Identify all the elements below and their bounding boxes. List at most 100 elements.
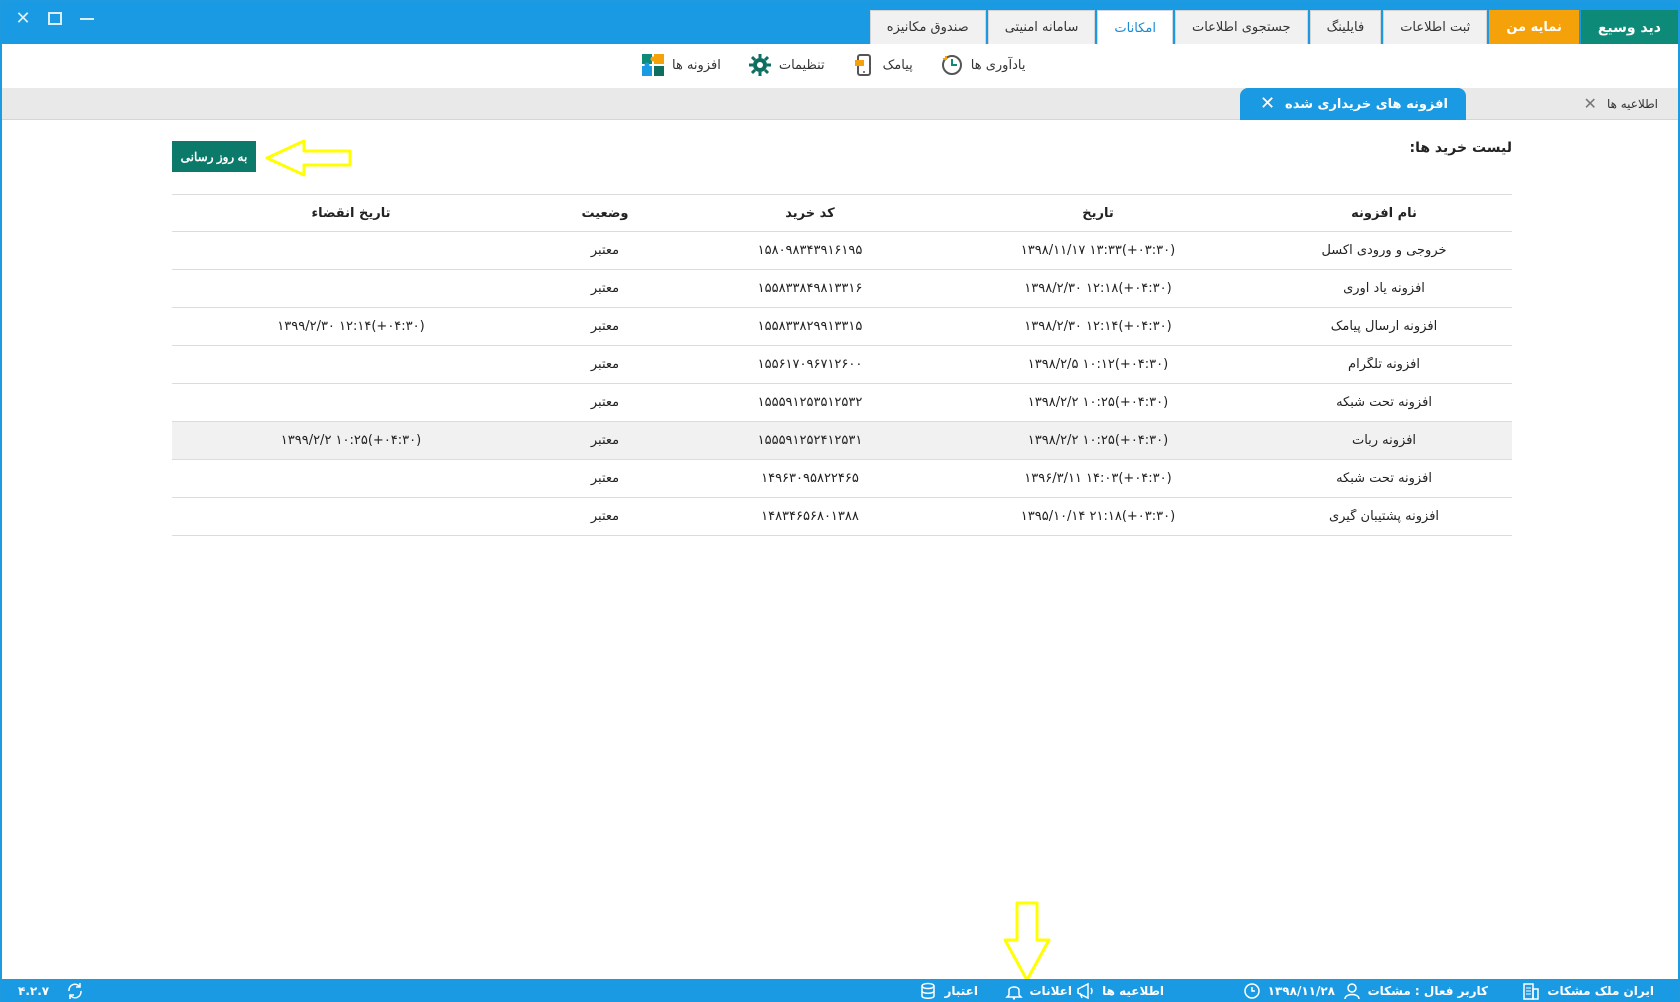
ribbon-items: یادآوری ها پیامک تنظیمات افزونه ها — [640, 52, 1025, 78]
cell-status: معتبر — [590, 395, 620, 410]
close-icon[interactable]: ✕ — [1260, 95, 1275, 113]
close-icon[interactable]: ✕ — [1584, 96, 1597, 112]
yellow-arrow-down-icon — [1003, 901, 1051, 982]
cell-status: معتبر — [590, 433, 620, 448]
building-icon — [1521, 981, 1541, 1001]
cell-name: افزونه یاد آوری — [1343, 281, 1425, 296]
header-code: کد خرید — [785, 205, 835, 221]
cell-expiry: ۱۳۹۹/۲/۳۰ ۱۲:۱۴(+۰۴:۳۰) — [277, 319, 425, 334]
main-tabs: دید وسیع نمایه من ثبت اطلاعات فایلینگ جس… — [869, 10, 1678, 45]
doc-tab-purchased-label: افزونه های خریداری شده — [1285, 96, 1448, 112]
cell-date: ۱۳۹۸/۱۱/۱۷ ۱۳:۳۳(+۰۳:۳۰) — [1020, 243, 1176, 258]
doc-tab-notices[interactable]: ✕ اطلاعیه ها — [1572, 88, 1670, 120]
gear-icon — [747, 52, 773, 78]
table-row[interactable]: خروجی و ورودی اکسل ۱۳۹۸/۱۱/۱۷ ۱۳:۳۳(+۰۳:… — [172, 232, 1512, 270]
table-row[interactable]: افزونه ربات ۱۳۹۸/۲/۲ ۱۰:۲۵(+۰۴:۳۰) ۱۵۵۵۹… — [172, 422, 1512, 460]
doc-tab-purchased-addons[interactable]: ✕ افزونه های خریداری شده — [1239, 88, 1466, 120]
doc-tab-notices-label: اطلاعیه ها — [1606, 97, 1658, 111]
cell-code: ۱۵۵۵۹۱۲۵۳۵۱۲۵۳۲ — [757, 395, 863, 410]
close-window-icon[interactable]: ✕ — [12, 8, 34, 30]
refresh-button[interactable]: به روز رسانی — [172, 141, 256, 172]
window-controls: ✕ — [12, 8, 98, 30]
cell-status: معتبر — [590, 357, 620, 372]
tab-wide-view[interactable]: دید وسیع — [1580, 10, 1678, 44]
header-name: نام افزونه — [1351, 205, 1417, 221]
tab-my-profile[interactable]: نمایه من — [1489, 10, 1579, 44]
document-tabs: ✕ اطلاعیه ها ✕ افزونه های خریداری شده — [2, 88, 1678, 120]
ribbon-toolbar: یادآوری ها پیامک تنظیمات افزونه ها — [2, 44, 1678, 88]
addons-button[interactable]: افزونه ها — [640, 52, 721, 78]
cell-code: ۱۵۵۵۹۱۲۵۲۴۱۲۵۳۱ — [757, 433, 863, 448]
cell-status: معتبر — [590, 281, 620, 296]
company-info: ایران ملک مشکات — [1521, 981, 1654, 1001]
sms-button[interactable]: پیامک — [851, 52, 913, 78]
minimize-window-icon[interactable] — [76, 8, 98, 30]
current-date: ۱۳۹۸/۱۱/۲۸ — [1267, 984, 1335, 998]
clock-icon — [939, 52, 965, 78]
cell-code: ۱۵۵۸۳۳۸۲۹۹۱۳۳۱۵ — [757, 319, 863, 334]
version-info: ۴.۲.۷ — [18, 981, 85, 1001]
notices-status-label: اطلاعیه ها — [1102, 984, 1164, 998]
cell-date: ۱۳۹۸/۲/۲ ۱۰:۲۵(+۰۴:۳۰) — [1027, 433, 1169, 448]
active-user-label: کاربر فعال : مشکات — [1367, 984, 1488, 998]
cell-date: ۱۳۹۸/۲/۳۰ ۱۲:۱۴(+۰۴:۳۰) — [1024, 319, 1172, 334]
cell-date: ۱۳۹۶/۳/۱۱ ۱۴:۰۳(+۰۴:۳۰) — [1024, 471, 1172, 486]
purchases-table: نام افزونه تاریخ کد خرید وضعیت تاریخ انق… — [172, 194, 1512, 536]
maximize-window-icon[interactable] — [44, 8, 66, 30]
table-row[interactable]: افزونه تحت شبکه ۱۳۹۸/۲/۲ ۱۰:۲۵(+۰۴:۳۰) ۱… — [172, 384, 1512, 422]
active-user-info: کاربر فعال : مشکات — [1342, 981, 1488, 1001]
cell-code: ۱۴۹۶۳۰۹۵۸۲۲۴۶۵ — [761, 471, 859, 486]
settings-label: تنظیمات — [778, 57, 825, 73]
table-row[interactable]: افزونه پشتیبان گیری ۱۳۹۵/۱۰/۱۴ ۲۱:۱۸(+۰۳… — [172, 498, 1512, 536]
cell-code: ۱۴۸۳۴۶۵۶۸۰۱۳۸۸ — [761, 509, 859, 524]
reminders-button[interactable]: یادآوری ها — [939, 52, 1026, 78]
cell-name: افزونه تحت شبکه — [1336, 395, 1432, 410]
table-header: نام افزونه تاریخ کد خرید وضعیت تاریخ انق… — [172, 194, 1512, 232]
cell-code: ۱۵۵۸۳۳۸۴۹۸۱۳۳۱۶ — [757, 281, 863, 296]
cell-date: ۱۳۹۸/۲/۲ ۱۰:۲۵(+۰۴:۳۰) — [1027, 395, 1169, 410]
tab-search[interactable]: جستجوی اطلاعات — [1174, 10, 1308, 44]
addons-label: افزونه ها — [672, 57, 721, 73]
cell-name: خروجی و ورودی اکسل — [1321, 243, 1447, 258]
puzzle-icon — [640, 52, 666, 78]
header-expiry: تاریخ انقضاء — [311, 205, 391, 221]
notifications-label: اعلانات — [1029, 984, 1073, 998]
company-name: ایران ملک مشکات — [1547, 984, 1654, 998]
yellow-arrow-left-icon — [265, 139, 352, 177]
version-label: ۴.۲.۷ — [18, 984, 50, 998]
cell-status: معتبر — [590, 509, 620, 524]
table-row[interactable]: افزونه تلگرام ۱۳۹۸/۲/۵ ۱۰:۱۲(+۰۴:۳۰) ۱۵۵… — [172, 346, 1512, 384]
cell-status: معتبر — [590, 243, 620, 258]
notices-status-button[interactable]: اطلاعیه ها — [1076, 981, 1164, 1001]
bell-icon — [1004, 981, 1024, 1001]
settings-button[interactable]: تنظیمات — [747, 52, 825, 78]
clock-icon — [1242, 981, 1262, 1001]
table-row[interactable]: افزونه یاد آوری ۱۳۹۸/۲/۳۰ ۱۲:۱۸(+۰۴:۳۰) … — [172, 270, 1512, 308]
cell-date: ۱۳۹۸/۲/۳۰ ۱۲:۱۸(+۰۴:۳۰) — [1024, 281, 1172, 296]
purchase-list-title: لیست خرید ها: — [1409, 140, 1513, 156]
table-row[interactable]: افزونه ارسال پیامک ۱۳۹۸/۲/۳۰ ۱۲:۱۴(+۰۴:۳… — [172, 308, 1512, 346]
cell-name: افزونه تحت شبکه — [1336, 471, 1432, 486]
tab-features[interactable]: امکانات — [1097, 10, 1173, 45]
sms-label: پیامک — [882, 57, 913, 73]
cell-status: معتبر — [590, 319, 620, 334]
cell-date: ۱۳۹۵/۱۰/۱۴ ۲۱:۱۸(+۰۳:۳۰) — [1020, 509, 1176, 524]
tab-cash-box[interactable]: صندوق مکانیزه — [869, 10, 986, 44]
credit-label: اعتبار — [944, 984, 978, 998]
cell-status: معتبر — [590, 471, 620, 486]
cell-name: افزونه ارسال پیامک — [1330, 319, 1438, 334]
notifications-button[interactable]: اعلانات — [1004, 981, 1073, 1001]
cell-expiry: ۱۳۹۹/۲/۲ ۱۰:۲۵(+۰۴:۳۰) — [280, 433, 422, 448]
header-date: تاریخ — [1082, 205, 1114, 221]
table-row[interactable]: افزونه تحت شبکه ۱۳۹۶/۳/۱۱ ۱۴:۰۳(+۰۴:۳۰) … — [172, 460, 1512, 498]
credit-button[interactable]: اعتبار — [918, 981, 978, 1001]
sync-icon[interactable] — [65, 981, 85, 1001]
top-bar: ✕ دید وسیع نمایه من ثبت اطلاعات فایلینگ … — [2, 2, 1678, 45]
header-status: وضعیت — [581, 205, 629, 221]
reminders-label: یادآوری ها — [970, 57, 1026, 73]
cell-code: ۱۵۵۶۱۷۰۹۶۷۱۲۶۰۰ — [757, 357, 863, 372]
tab-security-system[interactable]: سامانه امنیتی — [987, 10, 1096, 44]
tab-filing[interactable]: فایلینگ — [1309, 10, 1382, 44]
cell-date: ۱۳۹۸/۲/۵ ۱۰:۱۲(+۰۴:۳۰) — [1027, 357, 1169, 372]
tab-data-entry[interactable]: ثبت اطلاعات — [1383, 10, 1488, 44]
